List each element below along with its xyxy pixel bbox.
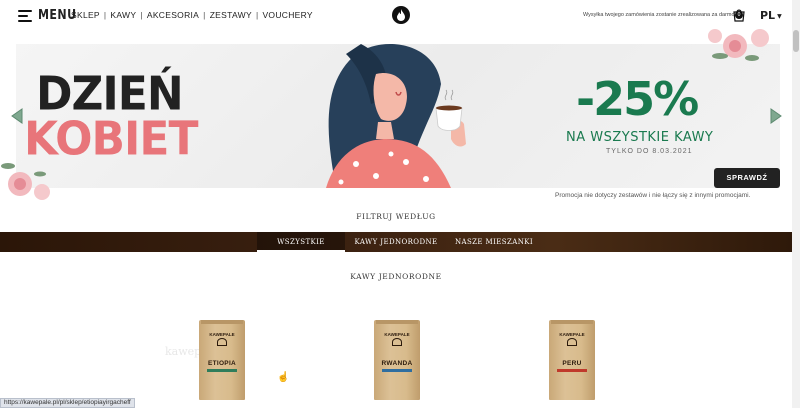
hamburger-icon[interactable] bbox=[18, 10, 32, 22]
bag-name: PERU bbox=[562, 360, 582, 367]
filter-tab-blends[interactable]: NASZE MIESZANKI bbox=[446, 232, 542, 252]
cup-icon bbox=[567, 338, 577, 346]
site-header: MENU SKLEP | KAWY | AKCESORIA | ZESTAWY … bbox=[0, 0, 800, 32]
cup-icon bbox=[392, 338, 402, 346]
nav-separator: | bbox=[140, 10, 143, 20]
bag-name: ETIOPIA bbox=[207, 360, 237, 367]
promo-disclaimer: Promocja nie dotyczy zestawów i nie łącz… bbox=[555, 192, 751, 199]
flower-decoration bbox=[708, 29, 769, 61]
banner-date-note: TYLKO DO 8.03.2021 bbox=[606, 148, 693, 155]
product-card-etiopia[interactable]: KAWEPALE ETIOPIA bbox=[199, 320, 245, 400]
nav-item-zestawy[interactable]: ZESTAWY bbox=[210, 10, 252, 20]
shipping-note: Wysyłka twojego zamówienia zostanie zrea… bbox=[583, 12, 737, 18]
bag-brand: KAWEPALE bbox=[209, 332, 235, 337]
nav-separator: | bbox=[255, 10, 259, 20]
section-title: KAWY JEDNORODNE bbox=[350, 272, 442, 281]
bag-brand: KAWEPALE bbox=[384, 332, 410, 337]
bag-stripe bbox=[557, 369, 587, 372]
language-label: PL bbox=[760, 9, 776, 22]
nav-separator: | bbox=[103, 10, 107, 20]
status-bar-url: https://kawepale.pl/pl/sklep/etiopiayirg… bbox=[0, 398, 135, 408]
bag-brand: KAWEPALE bbox=[559, 332, 585, 337]
bag-stripe bbox=[207, 369, 237, 372]
flame-icon bbox=[397, 9, 405, 21]
promo-banner[interactable]: DZIEŃ KOBIET -25% NA WSZYSTKIE KAWY TYLK… bbox=[16, 44, 780, 188]
nav-item-sklep[interactable]: SKLEP bbox=[71, 10, 100, 20]
flower-decoration bbox=[1, 163, 50, 200]
cup-icon bbox=[217, 338, 227, 346]
chevron-down-icon: ▼ bbox=[777, 12, 782, 20]
bag-name: RWANDA bbox=[381, 360, 413, 367]
chevron-left-icon[interactable] bbox=[10, 108, 24, 124]
coffee-bag-image: KAWEPALE PERU bbox=[549, 320, 595, 400]
brand-logo[interactable] bbox=[392, 6, 410, 24]
filter-tab-single-origin[interactable]: KAWY JEDNORODNE bbox=[350, 232, 442, 252]
scrollbar[interactable] bbox=[792, 0, 800, 408]
coffee-bag-image: KAWEPALE ETIOPIA bbox=[199, 320, 245, 400]
banner-subtitle: NA WSZYSTKIE KAWY bbox=[566, 130, 714, 145]
banner-discount: -25% bbox=[576, 72, 699, 126]
nav-separator: | bbox=[203, 10, 206, 20]
filter-title: FILTRUJ WEDŁUG bbox=[356, 212, 436, 221]
hand-cursor-icon: ☝ bbox=[277, 372, 290, 383]
check-offer-button[interactable]: SPRAWDŹ bbox=[714, 168, 780, 188]
bag-stripe bbox=[382, 369, 412, 372]
product-card-peru[interactable]: KAWEPALE PERU bbox=[549, 320, 595, 400]
language-selector[interactable]: PL ▼ bbox=[760, 9, 782, 22]
nav-item-kawy[interactable]: KAWY bbox=[110, 10, 136, 20]
filter-bar: WSZYSTKIE KAWY JEDNORODNE NASZE MIESZANK… bbox=[0, 232, 792, 252]
coffee-bag-image: KAWEPALE RWANDA bbox=[374, 320, 420, 400]
nav-item-vouchery[interactable]: VOUCHERY bbox=[262, 10, 312, 20]
cart-count-badge: 0 bbox=[735, 11, 743, 19]
cart-icon[interactable]: 0 bbox=[732, 8, 746, 22]
woman-with-coffee-illustration bbox=[326, 44, 466, 188]
chevron-right-icon[interactable] bbox=[769, 108, 783, 124]
main-nav: SKLEP | KAWY | AKCESORIA | ZESTAWY | VOU… bbox=[71, 10, 313, 20]
scrollbar-thumb[interactable] bbox=[793, 30, 799, 52]
filter-tab-all[interactable]: WSZYSTKIE bbox=[257, 232, 345, 252]
nav-item-akcesoria[interactable]: AKCESORIA bbox=[147, 10, 199, 20]
product-card-rwanda[interactable]: KAWEPALE RWANDA bbox=[374, 320, 420, 400]
